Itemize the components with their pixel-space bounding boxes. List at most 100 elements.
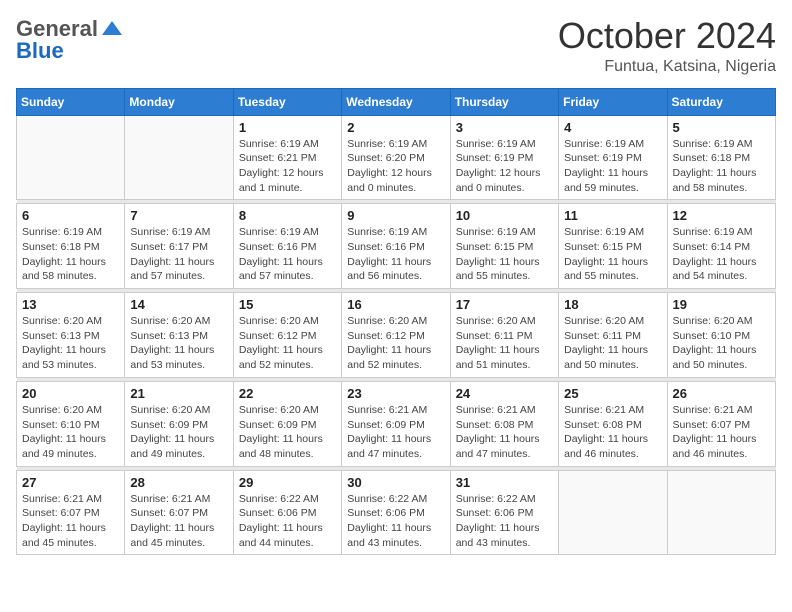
- logo-icon: [100, 17, 124, 41]
- day-info: Sunrise: 6:19 AMSunset: 6:15 PMDaylight:…: [564, 225, 661, 284]
- calendar-cell: 31 Sunrise: 6:22 AMSunset: 6:06 PMDayligh…: [450, 470, 558, 555]
- day-number: 5: [673, 120, 770, 135]
- weekday-header: Tuesday: [233, 88, 341, 115]
- day-number: 3: [456, 120, 553, 135]
- day-number: 4: [564, 120, 661, 135]
- title-block: October 2024 Funtua, Katsina, Nigeria: [558, 16, 776, 76]
- day-number: 21: [130, 386, 227, 401]
- weekday-header: Friday: [559, 88, 667, 115]
- day-number: 12: [673, 208, 770, 223]
- day-number: 28: [130, 475, 227, 490]
- calendar-week-row: 6Sunrise: 6:19 AMSunset: 6:18 PMDaylight…: [17, 204, 776, 289]
- day-info: Sunrise: 6:19 AMSunset: 6:16 PMDaylight:…: [347, 225, 444, 284]
- calendar-cell: 15Sunrise: 6:20 AMSunset: 6:12 PMDayligh…: [233, 293, 341, 378]
- calendar-cell: 21 Sunrise: 6:20 AMSunset: 6:09 PMDayligh…: [125, 381, 233, 466]
- calendar-cell: 22 Sunrise: 6:20 AMSunset: 6:09 PMDayligh…: [233, 381, 341, 466]
- day-info: Sunrise: 6:21 AMSunset: 6:08 PMDaylight:…: [564, 403, 661, 462]
- day-info: Sunrise: 6:21 AMSunset: 6:07 PMDaylight:…: [130, 492, 227, 551]
- day-number: 16: [347, 297, 444, 312]
- weekday-header-row: SundayMondayTuesdayWednesdayThursdayFrid…: [17, 88, 776, 115]
- calendar-cell: 5 Sunrise: 6:19 AMSunset: 6:18 PMDaylight…: [667, 115, 775, 200]
- day-info: Sunrise: 6:20 AMSunset: 6:09 PMDaylight:…: [130, 403, 227, 462]
- day-info: Sunrise: 6:20 AMSunset: 6:11 PMDaylight:…: [456, 314, 553, 373]
- calendar-cell: 1 Sunrise: 6:19 AMSunset: 6:21 PMDaylight…: [233, 115, 341, 200]
- day-info: Sunrise: 6:20 AMSunset: 6:10 PMDaylight:…: [673, 314, 770, 373]
- day-number: 10: [456, 208, 553, 223]
- day-info: Sunrise: 6:19 AMSunset: 6:15 PMDaylight:…: [456, 225, 553, 284]
- day-number: 24: [456, 386, 553, 401]
- calendar-cell: 10 Sunrise: 6:19 AMSunset: 6:15 PMDayligh…: [450, 204, 558, 289]
- day-number: 31: [456, 475, 553, 490]
- day-info: Sunrise: 6:22 AMSunset: 6:06 PMDaylight:…: [347, 492, 444, 551]
- location: Funtua, Katsina, Nigeria: [558, 58, 776, 76]
- day-info: Sunrise: 6:19 AMSunset: 6:20 PMDaylight:…: [347, 137, 444, 196]
- calendar-cell: 16 Sunrise: 6:20 AMSunset: 6:12 PMDayligh…: [342, 293, 450, 378]
- weekday-header: Sunday: [17, 88, 125, 115]
- day-number: 9: [347, 208, 444, 223]
- calendar-cell: [125, 115, 233, 200]
- day-number: 15: [239, 297, 336, 312]
- day-info: Sunrise: 6:21 AMSunset: 6:07 PMDaylight:…: [673, 403, 770, 462]
- calendar-cell: 23Sunrise: 6:21 AMSunset: 6:09 PMDayligh…: [342, 381, 450, 466]
- calendar-cell: 17Sunrise: 6:20 AMSunset: 6:11 PMDayligh…: [450, 293, 558, 378]
- day-info: Sunrise: 6:19 AMSunset: 6:19 PMDaylight:…: [564, 137, 661, 196]
- day-number: 19: [673, 297, 770, 312]
- calendar-cell: [17, 115, 125, 200]
- calendar-table: SundayMondayTuesdayWednesdayThursdayFrid…: [16, 88, 776, 556]
- day-number: 29: [239, 475, 336, 490]
- calendar-cell: 3 Sunrise: 6:19 AMSunset: 6:19 PMDaylight…: [450, 115, 558, 200]
- day-number: 2: [347, 120, 444, 135]
- day-info: Sunrise: 6:20 AMSunset: 6:13 PMDaylight:…: [22, 314, 119, 373]
- day-info: Sunrise: 6:19 AMSunset: 6:14 PMDaylight:…: [673, 225, 770, 284]
- day-info: Sunrise: 6:19 AMSunset: 6:21 PMDaylight:…: [239, 137, 336, 196]
- day-number: 26: [673, 386, 770, 401]
- weekday-header: Wednesday: [342, 88, 450, 115]
- weekday-header: Saturday: [667, 88, 775, 115]
- day-number: 27: [22, 475, 119, 490]
- calendar-cell: 13 Sunrise: 6:20 AMSunset: 6:13 PMDayligh…: [17, 293, 125, 378]
- calendar-cell: 7 Sunrise: 6:19 AMSunset: 6:17 PMDaylight…: [125, 204, 233, 289]
- day-info: Sunrise: 6:20 AMSunset: 6:12 PMDaylight:…: [347, 314, 444, 373]
- calendar-cell: 18 Sunrise: 6:20 AMSunset: 6:11 PMDayligh…: [559, 293, 667, 378]
- logo: General Blue: [16, 16, 124, 64]
- day-info: Sunrise: 6:20 AMSunset: 6:11 PMDaylight:…: [564, 314, 661, 373]
- calendar-cell: [559, 470, 667, 555]
- day-info: Sunrise: 6:21 AMSunset: 6:08 PMDaylight:…: [456, 403, 553, 462]
- day-info: Sunrise: 6:20 AMSunset: 6:13 PMDaylight:…: [130, 314, 227, 373]
- month-title: October 2024: [558, 16, 776, 56]
- calendar-cell: 14 Sunrise: 6:20 AMSunset: 6:13 PMDayligh…: [125, 293, 233, 378]
- day-info: Sunrise: 6:20 AMSunset: 6:09 PMDaylight:…: [239, 403, 336, 462]
- day-number: 8: [239, 208, 336, 223]
- calendar-week-row: 13 Sunrise: 6:20 AMSunset: 6:13 PMDayligh…: [17, 293, 776, 378]
- calendar-cell: [667, 470, 775, 555]
- calendar-cell: 8Sunrise: 6:19 AMSunset: 6:16 PMDaylight…: [233, 204, 341, 289]
- day-number: 6: [22, 208, 119, 223]
- day-number: 11: [564, 208, 661, 223]
- calendar-cell: 11 Sunrise: 6:19 AMSunset: 6:15 PMDayligh…: [559, 204, 667, 289]
- weekday-header: Thursday: [450, 88, 558, 115]
- day-info: Sunrise: 6:19 AMSunset: 6:19 PMDaylight:…: [456, 137, 553, 196]
- day-info: Sunrise: 6:19 AMSunset: 6:17 PMDaylight:…: [130, 225, 227, 284]
- calendar-cell: 24 Sunrise: 6:21 AMSunset: 6:08 PMDayligh…: [450, 381, 558, 466]
- day-number: 1: [239, 120, 336, 135]
- day-number: 23: [347, 386, 444, 401]
- calendar-week-row: 1 Sunrise: 6:19 AMSunset: 6:21 PMDaylight…: [17, 115, 776, 200]
- logo-blue: Blue: [16, 38, 64, 64]
- day-number: 14: [130, 297, 227, 312]
- day-number: 7: [130, 208, 227, 223]
- day-number: 20: [22, 386, 119, 401]
- day-info: Sunrise: 6:22 AMSunset: 6:06 PMDaylight:…: [239, 492, 336, 551]
- day-number: 18: [564, 297, 661, 312]
- day-number: 30: [347, 475, 444, 490]
- day-number: 22: [239, 386, 336, 401]
- calendar-week-row: 27 Sunrise: 6:21 AMSunset: 6:07 PMDayligh…: [17, 470, 776, 555]
- day-info: Sunrise: 6:22 AMSunset: 6:06 PMDaylight:…: [456, 492, 553, 551]
- calendar-cell: 26 Sunrise: 6:21 AMSunset: 6:07 PMDayligh…: [667, 381, 775, 466]
- calendar-cell: 6Sunrise: 6:19 AMSunset: 6:18 PMDaylight…: [17, 204, 125, 289]
- page-header: General Blue October 2024 Funtua, Katsin…: [16, 16, 776, 76]
- day-info: Sunrise: 6:20 AMSunset: 6:10 PMDaylight:…: [22, 403, 119, 462]
- calendar-cell: 19 Sunrise: 6:20 AMSunset: 6:10 PMDayligh…: [667, 293, 775, 378]
- calendar-cell: 9 Sunrise: 6:19 AMSunset: 6:16 PMDaylight…: [342, 204, 450, 289]
- day-number: 13: [22, 297, 119, 312]
- day-info: Sunrise: 6:19 AMSunset: 6:18 PMDaylight:…: [673, 137, 770, 196]
